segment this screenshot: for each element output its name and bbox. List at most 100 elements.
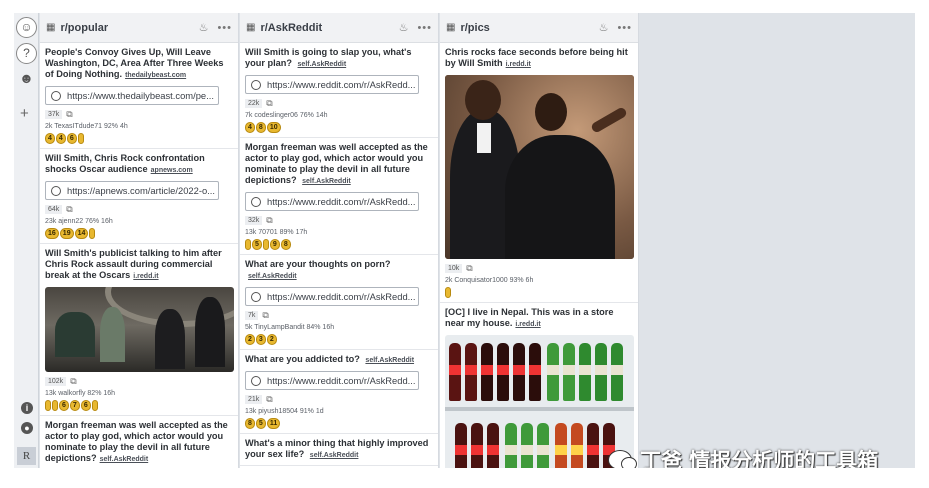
- external-link-icon[interactable]: ⧉: [266, 215, 272, 226]
- anonymous-avatar-icon[interactable]: ?: [16, 43, 37, 64]
- post-meta: 5k TinyLampBandit 84% 16h: [245, 324, 335, 331]
- post-card[interactable]: Chris rocks face seconds before being hi…: [440, 43, 638, 303]
- post-meta: 13k piyush18504 91% 1d: [245, 408, 324, 415]
- post-domain[interactable]: thedailybeast.com: [125, 72, 186, 79]
- award-badge: 6: [66, 133, 77, 144]
- hot-sort-icon[interactable]: ♨: [399, 21, 410, 34]
- post-title[interactable]: Will Smith is going to slap you, what's …: [245, 47, 433, 70]
- info-icon[interactable]: i: [21, 402, 33, 414]
- account-icon[interactable]: ●: [21, 422, 33, 434]
- post-score: 10k: [445, 264, 463, 273]
- post-card[interactable]: What are your thoughts on porn? self.Ask…: [240, 255, 438, 350]
- award-badge: 19: [59, 228, 74, 239]
- post-score: 37k: [45, 110, 63, 119]
- r-logo-button[interactable]: R: [17, 447, 36, 465]
- character-avatar-icon[interactable]: ☻: [16, 69, 37, 90]
- award-badge: [89, 228, 96, 239]
- reddit-avatar-icon[interactable]: ☺: [16, 17, 37, 38]
- post-title[interactable]: Will Smith's publicist talking to him af…: [45, 248, 233, 282]
- post-domain[interactable]: self.AskReddit: [100, 456, 149, 463]
- post-score: 21k: [245, 395, 263, 404]
- post-card[interactable]: What are you addicted to? self.AskReddit…: [240, 350, 438, 434]
- award-badge: 7: [69, 400, 80, 411]
- subreddit-name[interactable]: r/AskReddit: [260, 22, 390, 34]
- post-card[interactable]: Morgan freeman was well accepted as the …: [240, 138, 438, 255]
- post-link[interactable]: https://www.thedailybeast.com/pe...: [45, 86, 219, 105]
- external-link-icon[interactable]: ⧉: [466, 263, 472, 274]
- post-title[interactable]: Morgan freeman was well accepted as the …: [45, 420, 233, 465]
- award-badge: [245, 239, 251, 250]
- award-badge: [91, 400, 98, 411]
- award-badge: 2: [266, 334, 277, 345]
- award-list: 16 19 14: [45, 228, 233, 239]
- post-image[interactable]: [445, 75, 634, 259]
- award-list: 2 3 2: [245, 334, 433, 345]
- post-card[interactable]: Will Smith's publicist talking to him af…: [40, 244, 238, 416]
- post-domain[interactable]: self.AskReddit: [365, 357, 414, 364]
- post-domain[interactable]: self.AskReddit: [302, 178, 351, 185]
- post-title[interactable]: What are you addicted to? self.AskReddit: [245, 354, 433, 366]
- award-badge: 10: [266, 122, 281, 133]
- post-meta: 7k codeslinger06 76% 14h: [245, 112, 328, 119]
- post-title[interactable]: Morgan freeman was well accepted as the …: [245, 142, 433, 187]
- external-link-icon[interactable]: ⧉: [70, 376, 76, 387]
- award-badge: [45, 400, 51, 411]
- external-link-icon[interactable]: ⧉: [66, 109, 72, 120]
- external-link-icon[interactable]: ⧉: [66, 204, 72, 215]
- globe-icon: [251, 375, 261, 386]
- post-meta: 13k 70701 89% 17h: [245, 229, 308, 236]
- hot-sort-icon[interactable]: ♨: [599, 21, 610, 34]
- award-list: [445, 287, 633, 298]
- post-score: 22k: [245, 99, 263, 108]
- post-title[interactable]: Chris rocks face seconds before being hi…: [445, 47, 633, 70]
- globe-icon: [251, 196, 261, 207]
- award-list: 5 9 8: [245, 239, 433, 250]
- post-title[interactable]: People's Convoy Gives Up, Will Leave Was…: [45, 47, 233, 81]
- post-card[interactable]: Will Smith, Chris Rock confrontation sho…: [40, 149, 238, 244]
- more-options-icon[interactable]: •••: [417, 22, 432, 34]
- hot-sort-icon[interactable]: ♨: [199, 21, 210, 34]
- external-link-icon[interactable]: ⧉: [266, 98, 272, 109]
- post-title[interactable]: What are your thoughts on porn? self.Ask…: [245, 259, 433, 282]
- subreddit-name[interactable]: r/popular: [60, 22, 190, 34]
- globe-icon: [251, 291, 261, 302]
- external-link-icon[interactable]: ⧉: [266, 394, 272, 405]
- post-domain[interactable]: i.redd.it: [506, 61, 531, 68]
- post-domain[interactable]: apnews.com: [151, 167, 193, 174]
- app-frame: ☺ ? ☻ + i ● R ▦ r/popular ♨ ••• People's…: [14, 13, 915, 468]
- award-badge: 9: [269, 239, 280, 250]
- post-domain[interactable]: i.redd.it: [133, 273, 158, 280]
- post-card[interactable]: Will Smith is going to slap you, what's …: [240, 43, 438, 138]
- post-link[interactable]: https://www.reddit.com/r/AskRedd...: [245, 192, 419, 211]
- post-card[interactable]: Morgan freeman was well accepted as the …: [40, 416, 238, 468]
- subreddit-name[interactable]: r/pics: [460, 22, 590, 34]
- post-card[interactable]: What's a minor thing that highly improve…: [240, 434, 438, 466]
- column-header: ▦ r/AskReddit ♨ •••: [240, 13, 438, 43]
- post-image[interactable]: [445, 335, 634, 468]
- post-domain[interactable]: self.AskReddit: [310, 452, 359, 459]
- more-options-icon[interactable]: •••: [217, 22, 232, 34]
- more-options-icon[interactable]: •••: [617, 22, 632, 34]
- post-card[interactable]: People's Convoy Gives Up, Will Leave Was…: [40, 43, 238, 149]
- award-list: 4 4 6: [45, 133, 233, 144]
- post-link[interactable]: https://apnews.com/article/2022-o...: [45, 181, 219, 200]
- add-column-icon[interactable]: +: [20, 105, 29, 122]
- award-list: 8 5 11: [245, 418, 433, 429]
- post-title[interactable]: What's a minor thing that highly improve…: [245, 438, 433, 461]
- post-title[interactable]: [OC] I live in Nepal. This was in a stor…: [445, 307, 633, 330]
- post-score: 102k: [45, 377, 67, 386]
- post-card[interactable]: [OC] I live in Nepal. This was in a stor…: [440, 303, 638, 468]
- post-domain[interactable]: self.AskReddit: [298, 61, 347, 68]
- post-link[interactable]: https://www.reddit.com/r/AskRedd...: [245, 371, 419, 390]
- post-link[interactable]: https://www.reddit.com/r/AskRedd...: [245, 287, 419, 306]
- post-title[interactable]: Will Smith, Chris Rock confrontation sho…: [45, 153, 233, 176]
- post-image[interactable]: [45, 287, 234, 372]
- award-badge: 4: [55, 133, 66, 144]
- external-link-icon[interactable]: ⧉: [262, 310, 268, 321]
- post-domain[interactable]: i.redd.it: [515, 321, 540, 328]
- award-badge: 2: [245, 334, 255, 345]
- post-domain[interactable]: self.AskReddit: [248, 273, 297, 280]
- post-link[interactable]: https://www.reddit.com/r/AskRedd...: [245, 75, 419, 94]
- subreddit-icon: ▦: [46, 22, 56, 33]
- award-badge: 8: [280, 239, 291, 250]
